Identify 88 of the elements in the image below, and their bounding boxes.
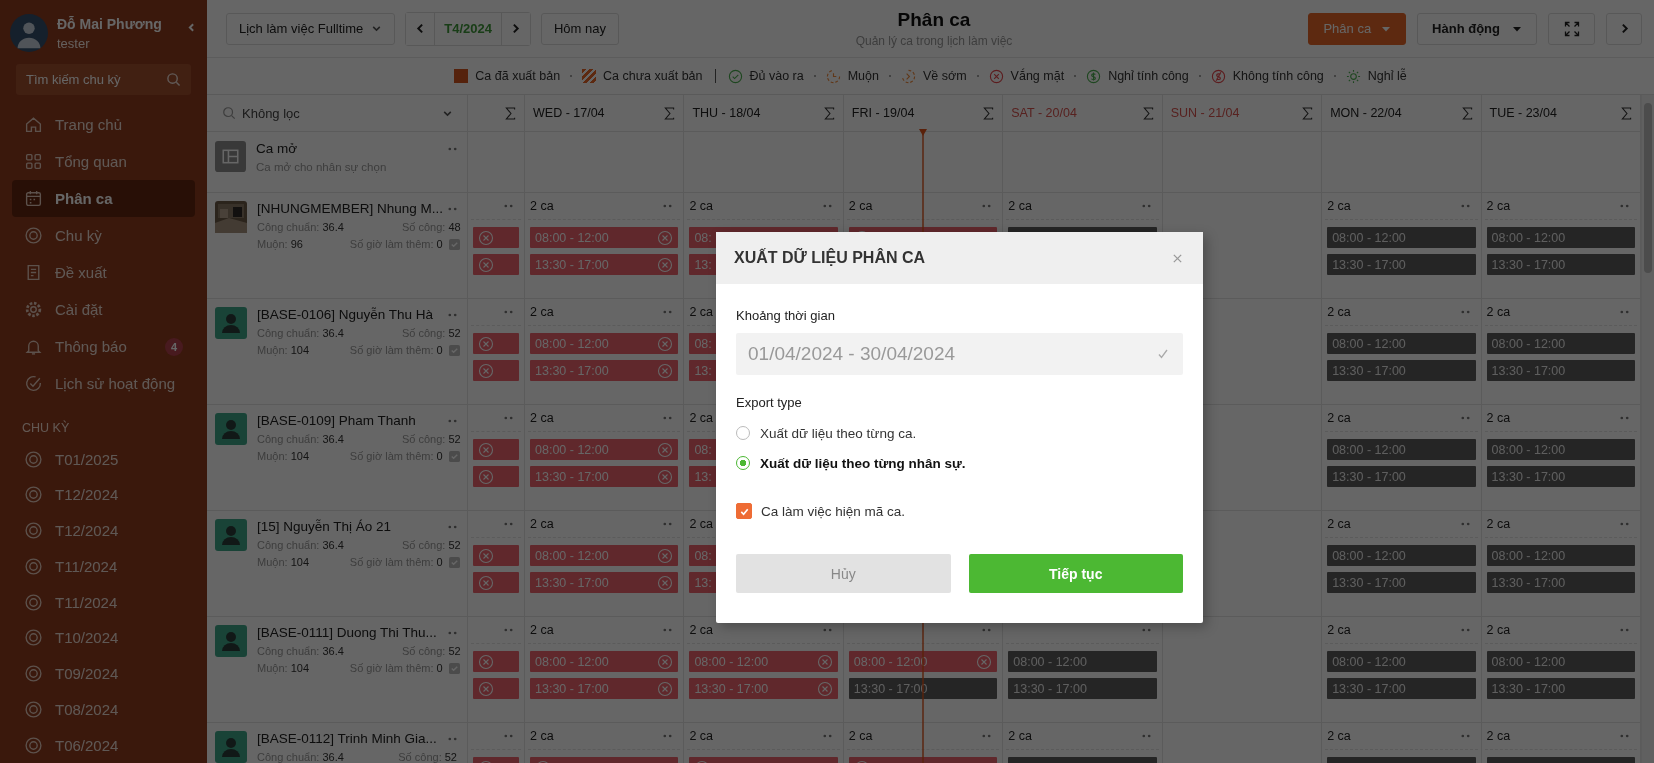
checkbox[interactable]: Ca làm việc hiện mã ca. xyxy=(736,503,1183,519)
shift-count: 2 ca xyxy=(848,729,873,743)
assign-shift-button[interactable]: Phân ca xyxy=(1308,12,1407,45)
nav-item[interactable]: Thông báo 4 xyxy=(12,328,195,366)
shift-count: 2 ca xyxy=(1008,199,1032,213)
legend-label: Về sớm xyxy=(923,69,967,83)
nav-item[interactable]: Chu kỳ xyxy=(12,217,195,255)
calendar-dropdown[interactable]: Lịch làm việc Fulltime xyxy=(226,12,396,45)
day-header: FRI - 19/04 xyxy=(851,106,916,120)
open-shift-title: Ca mở xyxy=(256,141,298,156)
date-range-field[interactable]: 01/04/2024 - 30/04/2024 xyxy=(736,333,1183,375)
dialog-title: XUẤT DỮ LIỆU PHÂN CA xyxy=(734,249,926,267)
shift-count: 2 ca xyxy=(1486,199,1511,213)
nav-item[interactable]: Đề xuất xyxy=(12,254,195,292)
shift-count: 2 ca xyxy=(689,411,714,425)
cycle-item[interactable]: T11/2024 xyxy=(12,584,195,621)
day-header: MON - 22/04 xyxy=(1330,106,1403,120)
cycle-item[interactable]: T09/2024 xyxy=(12,655,195,692)
employee-name[interactable]: [BASE-0111] Duong Thi Thu... xyxy=(257,625,437,640)
cycle-item[interactable]: T12/2024 xyxy=(12,477,195,513)
user-name: Đỗ Mai Phương xyxy=(57,15,163,32)
legend-label: Nghỉ lễ xyxy=(1367,69,1407,83)
nav-item[interactable]: Trang chủ xyxy=(12,106,195,144)
cycle-item[interactable]: T06/2024 xyxy=(12,727,195,763)
legend-label: Không tính công xyxy=(1232,69,1324,83)
day-header: WED - 17/04 xyxy=(533,106,606,120)
day-header: TUE - 23/04 xyxy=(1489,106,1558,120)
radio-option[interactable]: Xuất dữ liệu theo từng ca. xyxy=(736,418,1183,448)
shift-count: 2 ca xyxy=(1486,623,1511,637)
shift-count: 2 ca xyxy=(689,305,714,319)
nav-item[interactable]: Lịch sử hoạt động xyxy=(12,365,195,403)
shift-count: 2 ca xyxy=(848,199,873,213)
nav-item[interactable]: Cài đặt xyxy=(12,291,195,329)
search-field[interactable]: Tìm kiếm chu kỳ xyxy=(16,64,191,96)
legend-label: Vắng mặt xyxy=(1010,69,1065,83)
shift-count: 2 ca xyxy=(689,623,714,637)
shift-count: 2 ca xyxy=(1327,517,1351,531)
today-button[interactable]: Hôm nay xyxy=(540,12,619,45)
nav-item[interactable]: Tổng quan xyxy=(12,143,195,181)
shift-count: 2 ca xyxy=(1327,305,1351,319)
field-label: Export type xyxy=(736,395,803,410)
actions-button[interactable]: Hành động xyxy=(1417,12,1537,45)
notification-count: 4 xyxy=(165,337,183,356)
day-header: THU - 18/04 xyxy=(692,106,762,120)
shift-count: 2 ca xyxy=(689,199,714,213)
nav-item[interactable]: Phân ca xyxy=(12,180,195,218)
day-header: SAT - 20/04 xyxy=(1011,106,1078,120)
section-title: CHU KỲ xyxy=(22,421,70,436)
shift-count: 2 ca xyxy=(530,305,554,319)
employee-name[interactable]: [NHUNGMEMBER] Nhung M... xyxy=(257,201,444,216)
cycle-item[interactable]: T08/2024 xyxy=(12,691,195,728)
cycle-item[interactable]: T01/2025 xyxy=(12,441,195,478)
employee-name[interactable]: [BASE-0112] Trinh Minh Gia... xyxy=(257,731,437,746)
shift-count: 2 ca xyxy=(1486,729,1511,743)
cancel-button[interactable]: Hủy xyxy=(736,554,951,593)
legend-label: Đủ vào ra xyxy=(749,69,804,83)
shift-count: 2 ca xyxy=(530,199,554,213)
day-header: SUN - 21/04 xyxy=(1170,106,1241,120)
shift-count: 2 ca xyxy=(1327,411,1351,425)
user-role: tester xyxy=(57,35,91,51)
shift-count: 2 ca xyxy=(1327,199,1351,213)
employee-name[interactable]: [BASE-0106] Nguyễn Thu Hà xyxy=(257,307,434,322)
cycle-item[interactable]: T11/2024 xyxy=(12,548,195,585)
employee-name[interactable]: [BASE-0109] Pham Thanh xyxy=(257,413,416,428)
shift-count: 2 ca xyxy=(689,517,714,531)
shift-count: 2 ca xyxy=(1486,411,1511,425)
legend-label: Ca chưa xuất bản xyxy=(603,69,703,83)
shift-count: 2 ca xyxy=(1486,517,1511,531)
legend-label: Ca đã xuất bản xyxy=(475,69,561,83)
cycle-item[interactable]: T10/2024 xyxy=(12,620,195,656)
filter-dropdown[interactable]: Không lọc xyxy=(207,95,468,132)
shift-count: 2 ca xyxy=(1486,305,1511,319)
shift-count: 2 ca xyxy=(1008,729,1032,743)
cycle-item[interactable]: T12/2024 xyxy=(12,512,195,549)
employee-name[interactable]: [15] Nguyễn Thị Áo 21 xyxy=(257,519,392,534)
shift-count: 2 ca xyxy=(530,411,554,425)
shift-count: 2 ca xyxy=(530,517,554,531)
shift-count: 2 ca xyxy=(530,729,554,743)
continue-button[interactable]: Tiếp tục xyxy=(968,554,1183,593)
page-title: Phân ca xyxy=(897,9,971,31)
legend-label: Muộn xyxy=(847,69,879,83)
shift-count: 2 ca xyxy=(689,729,714,743)
shift-count: 2 ca xyxy=(1327,729,1351,743)
legend-label: Nghỉ tính công xyxy=(1108,69,1189,83)
field-label: Khoảng thời gian xyxy=(736,308,836,323)
radio-option[interactable]: Xuất dữ liệu theo từng nhân sự. xyxy=(736,448,1183,478)
shift-count: 2 ca xyxy=(530,623,554,637)
shift-count: 2 ca xyxy=(1327,623,1351,637)
